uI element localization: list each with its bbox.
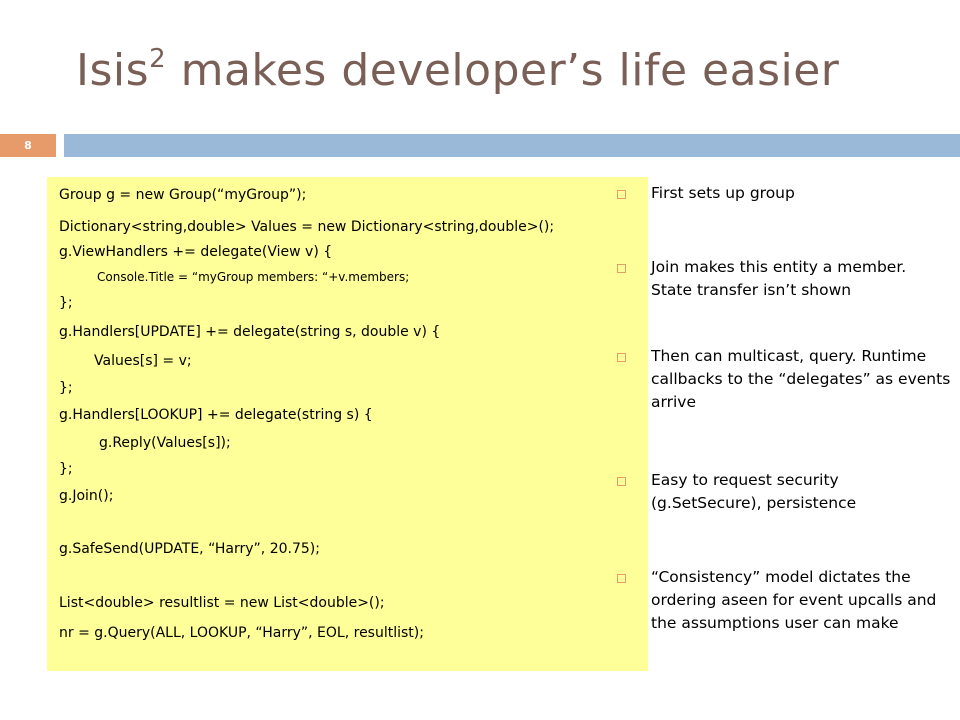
code-line-12: g.Join(); [59,488,114,504]
title-superscript: 2 [149,44,167,74]
bullet-text: Join makes this entity a member. State t… [651,258,907,299]
bullet-text: “Consistency” model dictates the orderin… [651,568,937,632]
hollow-square-bullet-icon [617,574,626,583]
code-line-14: List<double> resultlist = new List<doubl… [59,595,385,611]
slide-title: Isis2 makes developer’s life easier [76,44,839,96]
slide-number-bar: 8 [0,134,56,157]
hollow-square-bullet-icon [617,264,626,273]
code-line-7: Values[s] = v; [94,353,192,369]
code-line-5: }; [59,295,73,311]
bullet-text: First sets up group [651,184,795,202]
code-line-9: g.Handlers[LOOKUP] += delegate(string s)… [59,407,373,423]
bullet-text: Easy to request security (g.SetSecure), … [651,471,857,512]
code-panel: Group g = new Group(“myGroup”); Dictiona… [47,177,648,671]
code-line-1: Group g = new Group(“myGroup”); [59,187,307,203]
code-line-10: g.Reply(Values[s]); [99,435,231,451]
header-divider-bar [64,134,960,157]
code-line-11: }; [59,461,73,477]
bullet-text: Then can multicast, query. Runtime callb… [651,347,951,411]
slide-number: 8 [24,139,32,152]
title-rest: makes developer’s life easier [166,45,840,96]
code-line-2: Dictionary<string,double> Values = new D… [59,219,555,235]
code-line-6: g.Handlers[UPDATE] += delegate(string s,… [59,324,441,340]
code-line-15: nr = g.Query(ALL, LOOKUP, “Harry”, EOL, … [59,625,424,641]
hollow-square-bullet-icon [617,477,626,486]
code-line-3: g.ViewHandlers += delegate(View v) { [59,244,333,260]
code-line-8: }; [59,380,73,396]
title-main: Isis [76,45,150,96]
hollow-square-bullet-icon [617,353,626,362]
code-line-4: Console.Title = “myGroup members: “+v.me… [97,270,410,284]
hollow-square-bullet-icon [617,190,626,199]
code-line-13: g.SafeSend(UPDATE, “Harry”, 20.75); [59,541,320,557]
